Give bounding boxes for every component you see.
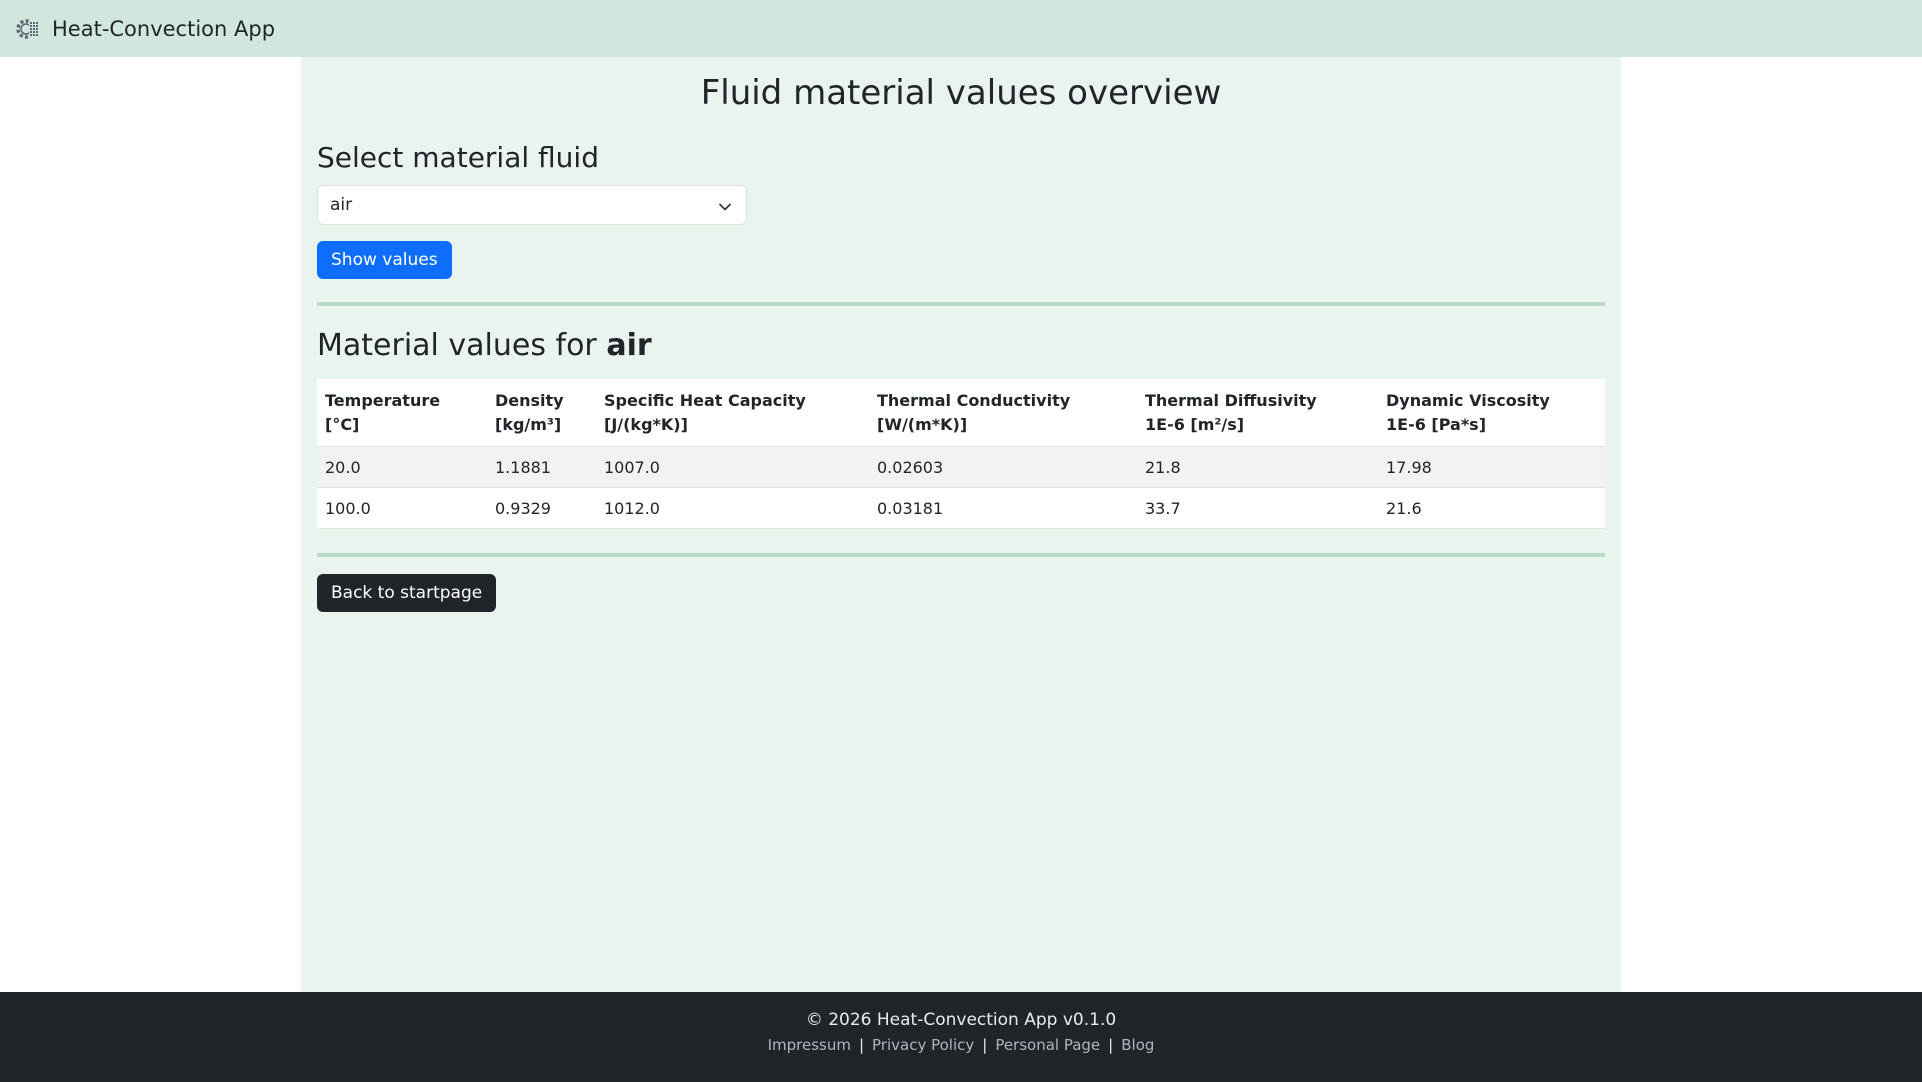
impressum-link[interactable]: Impressum bbox=[768, 1036, 851, 1054]
show-values-button[interactable]: Show values bbox=[317, 241, 452, 279]
header-thermal-diffusivity: Thermal Diffusivity 1E-6 [m²/s] bbox=[1137, 379, 1378, 447]
header-density: Density [kg/m³] bbox=[487, 379, 596, 447]
table-header-row: Temperature [°C] Density [kg/m³] Specific … bbox=[317, 379, 1605, 447]
table-cell: 0.9329 bbox=[487, 487, 596, 529]
material-name: air bbox=[606, 328, 652, 363]
table-cell: 0.02603 bbox=[869, 446, 1137, 488]
fluid-select-value: air bbox=[330, 195, 353, 215]
table-cell: 1012.0 bbox=[596, 487, 869, 529]
page-title: Fluid material values overview bbox=[700, 73, 1222, 113]
header-dynamic-viscosity: Dynamic Viscosity 1E-6 [Pa*s] bbox=[1378, 379, 1605, 447]
privacy-policy-link[interactable]: Privacy Policy bbox=[872, 1036, 974, 1054]
table-cell: 1.1881 bbox=[487, 446, 596, 488]
table-cell: 100.0 bbox=[317, 487, 487, 529]
table-row: 20.0 1.1881 1007.0 0.02603 21.8 17.98 bbox=[317, 446, 1605, 488]
header-temperature: Temperature [°C] bbox=[317, 379, 487, 447]
header-specific-heat-capacity: Specific Heat Capacity [J/(kg*K)] bbox=[596, 379, 869, 447]
material-values-title: Material values for air bbox=[317, 306, 1605, 379]
brand-name: Heat-Convection App bbox=[52, 16, 276, 41]
table-cell: 20.0 bbox=[317, 446, 487, 488]
table-row: 100.0 0.9329 1012.0 0.03181 33.7 21.6 bbox=[317, 487, 1605, 529]
brand-link[interactable]: Heat-Convection App bbox=[14, 14, 275, 44]
table-cell: 0.03181 bbox=[869, 487, 1137, 529]
footer: © 2026 Heat-Convection App v0.1.0 Impres… bbox=[0, 992, 1922, 1082]
personal-page-link[interactable]: Personal Page bbox=[995, 1036, 1100, 1054]
footer-links: Impressum | Privacy Policy | Personal Page | B… bbox=[0, 1036, 1922, 1054]
table-cell: 1007.0 bbox=[596, 446, 869, 488]
material-values-table: Temperature [°C] Density [kg/m³] Specific … bbox=[317, 379, 1605, 529]
table-cell: 17.98 bbox=[1378, 446, 1605, 488]
header-thermal-conductivity: Thermal Conductivity [W/(m*K)] bbox=[869, 379, 1137, 447]
select-section-title: Select material fluid bbox=[317, 141, 599, 174]
material-values-prefix: Material values for bbox=[317, 328, 597, 363]
top-navbar: Heat-Convection App bbox=[0, 0, 1922, 57]
chevron-down-icon bbox=[718, 199, 732, 213]
copyright-text: © 2026 Heat-Convection App v0.1.0 bbox=[805, 1010, 1117, 1030]
back-to-startpage-button[interactable]: Back to startpage bbox=[317, 574, 497, 612]
divider bbox=[317, 553, 1605, 557]
gear-icon bbox=[14, 14, 44, 44]
table-cell: 21.8 bbox=[1137, 446, 1378, 488]
link-separator: | bbox=[1108, 1036, 1114, 1054]
table-cell: 33.7 bbox=[1137, 487, 1378, 529]
table-cell: 21.6 bbox=[1378, 487, 1605, 529]
link-separator: | bbox=[858, 1036, 865, 1054]
main-content: Fluid material values overview Select ma… bbox=[301, 57, 1621, 992]
fluid-select[interactable]: air bbox=[317, 185, 747, 225]
link-separator: | bbox=[982, 1036, 988, 1054]
blog-link[interactable]: Blog bbox=[1121, 1036, 1154, 1054]
